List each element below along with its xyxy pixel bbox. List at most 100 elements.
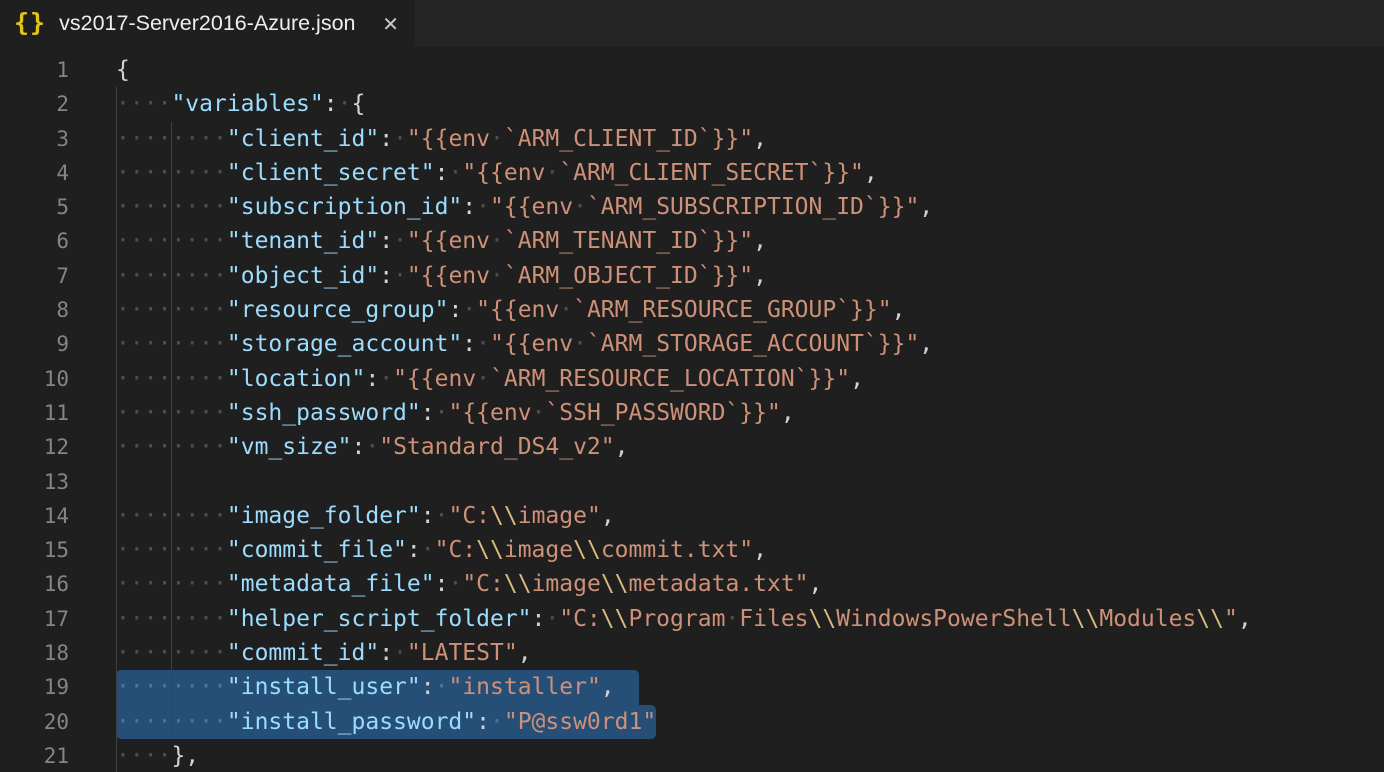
whitespace-dot: · xyxy=(213,571,227,597)
whitespace-dot: · xyxy=(213,331,227,357)
tab-vs2017-server2016-azure-json[interactable]: {} vs2017-Server2016-Azure.json ✕ xyxy=(0,0,415,47)
code-line-8[interactable]: ········"resource_group":·"{{env·`ARM_RE… xyxy=(116,293,1384,327)
selection-highlight: ········"install_user":·"installer", xyxy=(116,670,639,704)
indent-guide xyxy=(116,362,117,396)
whitespace-dot: · xyxy=(199,297,213,323)
indent-guide xyxy=(116,396,117,430)
whitespace-dot: · xyxy=(130,571,144,597)
line-number-1[interactable]: 1 xyxy=(0,53,69,87)
line-number-6[interactable]: 6 xyxy=(0,224,69,258)
whitespace-dot: · xyxy=(144,743,158,769)
whitespace-dot: · xyxy=(490,126,504,152)
json-file-icon: {} xyxy=(14,8,46,37)
code-line-21[interactable]: ····}, xyxy=(116,739,1384,772)
whitespace-dot: · xyxy=(144,606,158,632)
line-number-7[interactable]: 7 xyxy=(0,259,69,293)
whitespace-dot: · xyxy=(185,297,199,323)
whitespace-dot: · xyxy=(116,640,130,666)
whitespace-dot: · xyxy=(435,503,449,529)
code-line-10[interactable]: ········"location":·"{{env·`ARM_RESOURCE… xyxy=(116,362,1384,396)
whitespace-dot: · xyxy=(144,297,158,323)
code-line-4[interactable]: ········"client_secret":·"{{env·`ARM_CLI… xyxy=(116,156,1384,190)
line-number-2[interactable]: 2 xyxy=(0,87,69,121)
code-line-19[interactable]: ········"install_user":·"installer", xyxy=(116,670,1384,704)
line-number-21[interactable]: 21 xyxy=(0,739,69,772)
whitespace-dot: · xyxy=(130,674,144,700)
whitespace-dot: · xyxy=(144,263,158,289)
code-line-2[interactable]: ····"variables":·{ xyxy=(116,87,1384,121)
whitespace-dot: · xyxy=(158,571,172,597)
code-line-6[interactable]: ········"tenant_id":·"{{env·`ARM_TENANT_… xyxy=(116,224,1384,258)
line-number-20[interactable]: 20 xyxy=(0,705,69,739)
indent-guide xyxy=(116,670,117,704)
indent-guide xyxy=(116,567,117,601)
whitespace-dot: · xyxy=(116,503,130,529)
indent-guide xyxy=(171,705,172,739)
whitespace-dot: · xyxy=(199,366,213,392)
editor[interactable]: 123456789101112131415161718192021 {····"… xyxy=(0,47,1384,772)
code-line-12[interactable]: ········"vm_size":·"Standard_DS4_v2", xyxy=(116,430,1384,464)
code-line-18[interactable]: ········"commit_id":·"LATEST", xyxy=(116,636,1384,670)
whitespace-dot: · xyxy=(158,263,172,289)
whitespace-dot: · xyxy=(213,434,227,460)
line-number-13[interactable]: 13 xyxy=(0,465,69,499)
indent-guide xyxy=(116,499,117,533)
whitespace-dot: · xyxy=(185,640,199,666)
whitespace-dot: · xyxy=(158,228,172,254)
code-line-9[interactable]: ········"storage_account":·"{{env·`ARM_S… xyxy=(116,327,1384,361)
indent-guide xyxy=(116,122,117,156)
code-line-20[interactable]: ········"install_password":·"P@ssw0rd1" xyxy=(116,705,1384,739)
whitespace-dot: · xyxy=(573,331,587,357)
code-line-15[interactable]: ········"commit_file":·"C:\\image\\commi… xyxy=(116,533,1384,567)
line-number-14[interactable]: 14 xyxy=(0,499,69,533)
whitespace-dot: · xyxy=(199,263,213,289)
line-number-5[interactable]: 5 xyxy=(0,190,69,224)
whitespace-dot: · xyxy=(116,228,130,254)
line-number-3[interactable]: 3 xyxy=(0,122,69,156)
whitespace-dot: · xyxy=(144,91,158,117)
line-number-11[interactable]: 11 xyxy=(0,396,69,430)
code-line-11[interactable]: ········"ssh_password":·"{{env·`SSH_PASS… xyxy=(116,396,1384,430)
whitespace-dot: · xyxy=(158,640,172,666)
line-number-4[interactable]: 4 xyxy=(0,156,69,190)
line-number-18[interactable]: 18 xyxy=(0,636,69,670)
whitespace-dot: · xyxy=(199,709,213,735)
code-line-14[interactable]: ········"image_folder":·"C:\\image", xyxy=(116,499,1384,533)
line-number-15[interactable]: 15 xyxy=(0,533,69,567)
whitespace-dot: · xyxy=(144,434,158,460)
whitespace-dot: · xyxy=(158,709,172,735)
whitespace-dot: · xyxy=(213,126,227,152)
whitespace-dot: · xyxy=(338,91,352,117)
whitespace-dot: · xyxy=(199,537,213,563)
code-line-16[interactable]: ········"metadata_file":·"C:\\image\\met… xyxy=(116,567,1384,601)
whitespace-dot: · xyxy=(573,194,587,220)
code-line-17[interactable]: ········"helper_script_folder":·"C:\\Pro… xyxy=(116,602,1384,636)
tab-close-icon[interactable]: ✕ xyxy=(382,12,399,36)
line-number-16[interactable]: 16 xyxy=(0,567,69,601)
code-line-1[interactable]: { xyxy=(116,53,1384,87)
line-number-9[interactable]: 9 xyxy=(0,327,69,361)
code-area[interactable]: {····"variables":·{········"client_id":·… xyxy=(116,53,1384,772)
code-line-13[interactable] xyxy=(116,465,1384,499)
whitespace-dot: · xyxy=(185,400,199,426)
whitespace-dot: · xyxy=(144,400,158,426)
whitespace-dot: · xyxy=(476,331,490,357)
line-number-10[interactable]: 10 xyxy=(0,362,69,396)
whitespace-dot: · xyxy=(158,331,172,357)
line-number-19[interactable]: 19 xyxy=(0,670,69,704)
whitespace-dot: · xyxy=(213,366,227,392)
indent-guide xyxy=(171,122,172,156)
code-line-7[interactable]: ········"object_id":·"{{env·`ARM_OBJECT_… xyxy=(116,259,1384,293)
indent-guide xyxy=(116,533,117,567)
line-number-12[interactable]: 12 xyxy=(0,430,69,464)
whitespace-dot: · xyxy=(185,434,199,460)
whitespace-dot: · xyxy=(158,126,172,152)
line-number-8[interactable]: 8 xyxy=(0,293,69,327)
line-number-17[interactable]: 17 xyxy=(0,602,69,636)
code-line-3[interactable]: ········"client_id":·"{{env·`ARM_CLIENT_… xyxy=(116,122,1384,156)
code-line-5[interactable]: ········"subscription_id":·"{{env·`ARM_S… xyxy=(116,190,1384,224)
whitespace-dot: · xyxy=(213,674,227,700)
whitespace-dot: · xyxy=(199,194,213,220)
whitespace-dot: · xyxy=(185,331,199,357)
indent-guide xyxy=(116,430,117,464)
